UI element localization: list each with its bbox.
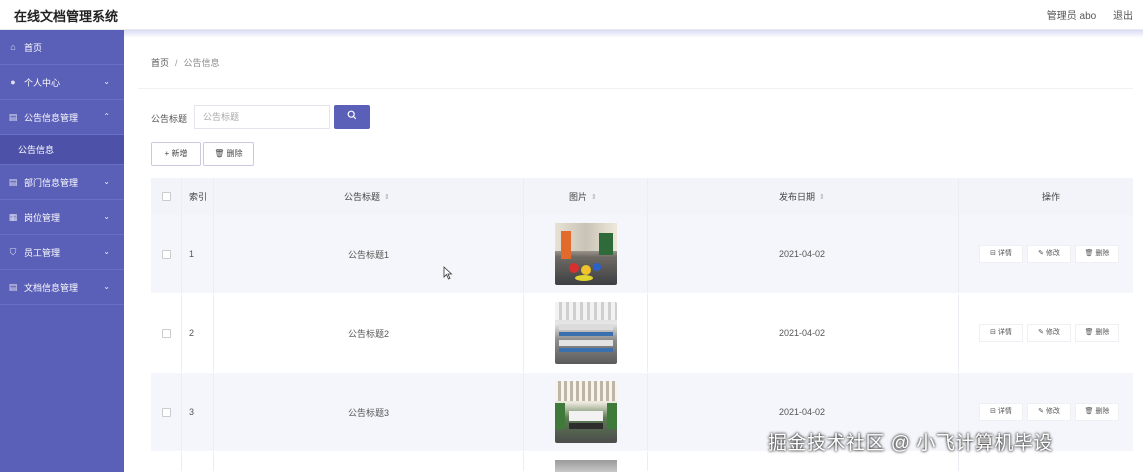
select-all-cell — [162, 178, 171, 215]
row-image[interactable] — [555, 302, 617, 364]
delete-row-button[interactable]: 🗑 删除 — [1075, 245, 1119, 263]
sort-icon: ⇕ — [591, 193, 597, 201]
shield-icon: ⛉ — [9, 247, 17, 257]
chevron-down-icon: ⌄ — [103, 282, 110, 291]
header-title[interactable]: 公告标题 ⇕ — [344, 178, 390, 215]
detail-button[interactable]: ⊟ 详情 — [979, 403, 1023, 421]
watermark: 掘金技术社区 @ 小飞计算机毕设 — [768, 433, 1053, 454]
sort-icon: ⇕ — [384, 193, 390, 201]
search-input[interactable]: 公告标题 — [194, 105, 330, 129]
app-title: 在线文档管理系统 — [14, 9, 119, 24]
top-header: 在线文档管理系统 管理员 abo 退出 — [0, 0, 1143, 30]
chevron-down-icon: ⌄ — [103, 177, 110, 186]
search-label: 公告标题 — [151, 114, 188, 124]
mouse-cursor-icon — [443, 266, 453, 280]
row-title: 公告标题1 — [348, 249, 390, 260]
row-date: 2021-04-02 — [779, 328, 826, 338]
chevron-up-icon: ⌃ — [103, 112, 110, 121]
row-image[interactable] — [555, 460, 617, 472]
header-shadow — [124, 30, 1143, 38]
row-image-cell — [555, 373, 617, 451]
user-name[interactable]: 管理员 abo — [1047, 11, 1096, 22]
sidebar-item-dept-mgmt[interactable]: ▤ 部门信息管理 ⌄ — [0, 165, 124, 200]
search-icon — [347, 110, 357, 120]
add-button[interactable]: + 新增 — [151, 142, 201, 166]
sidebar-item-label: 首页 — [24, 42, 43, 53]
breadcrumb-current: 公告信息 — [183, 58, 220, 68]
sidebar: ⌂ 首页 ● 个人中心 ⌄ ▤ 公告信息管理 ⌃ 公告信息 ▤ 部门信息管理 ⌄… — [0, 30, 124, 472]
delete-row-button[interactable]: 🗑 删除 — [1075, 324, 1119, 342]
sidebar-item-position-mgmt[interactable]: ▦ 岗位管理 ⌄ — [0, 200, 124, 235]
row-index: 2 — [189, 328, 195, 338]
sidebar-item-label: 公告信息管理 — [24, 112, 79, 123]
row-actions: ⊟ 详情 ✎ 修改 🗑 删除 — [979, 215, 1123, 293]
search-button[interactable] — [334, 105, 370, 129]
row-title: 公告标题3 — [348, 407, 390, 418]
sidebar-item-home[interactable]: ⌂ 首页 — [0, 30, 124, 65]
row-actions: ⊟ 详情 ✎ 修改 🗑 删除 — [979, 294, 1123, 372]
home-icon: ⌂ — [10, 42, 16, 52]
row-image-cell — [555, 215, 617, 293]
header-image-label: 图片 — [569, 192, 588, 202]
row-checkbox[interactable] — [162, 407, 171, 417]
row-image[interactable] — [555, 223, 617, 285]
breadcrumb-separator: / — [175, 58, 178, 68]
user-icon: ● — [10, 77, 16, 87]
sidebar-item-staff-mgmt[interactable]: ⛉ 员工管理 ⌄ — [0, 235, 124, 270]
detail-button[interactable]: ⊟ 详情 — [979, 245, 1023, 263]
sidebar-item-doc-mgmt[interactable]: ▤ 文档信息管理 ⌄ — [0, 270, 124, 305]
header-title-label: 公告标题 — [344, 192, 381, 202]
list-icon: ▤ — [8, 112, 18, 122]
delete-row-button[interactable]: 🗑 删除 — [1075, 403, 1119, 421]
chevron-down-icon: ⌄ — [103, 212, 110, 221]
chevron-down-icon: ⌄ — [103, 77, 110, 86]
sidebar-item-label: 文档信息管理 — [24, 282, 79, 293]
table-row-partial — [151, 452, 1133, 472]
sidebar-item-label: 个人中心 — [24, 77, 61, 88]
row-image[interactable] — [555, 381, 617, 443]
delete-button[interactable]: 🗑 删除 — [203, 142, 254, 166]
sidebar-subitem-notice[interactable]: 公告信息 — [0, 135, 124, 165]
logout-link[interactable]: 退出 — [1113, 11, 1133, 22]
row-title: 公告标题2 — [348, 328, 390, 339]
header-image[interactable]: 图片 ⇕ — [569, 178, 597, 215]
header-index: 索引 — [189, 192, 208, 202]
sidebar-item-notice-mgmt[interactable]: ▤ 公告信息管理 ⌃ — [0, 100, 124, 135]
header-action: 操作 — [1042, 192, 1061, 202]
breadcrumb: 首页 / 公告信息 — [151, 56, 220, 69]
sidebar-item-label: 部门信息管理 — [24, 177, 79, 188]
sidebar-item-profile[interactable]: ● 个人中心 ⌄ — [0, 65, 124, 100]
table-row: 1 公告标题1 2021-04-02 ⊟ 详情 ✎ 修改 🗑 删除 — [151, 215, 1133, 294]
list-icon: ▤ — [8, 282, 18, 292]
row-index: 3 — [189, 407, 195, 417]
edit-button[interactable]: ✎ 修改 — [1027, 245, 1071, 263]
row-checkbox[interactable] — [162, 328, 171, 338]
header-date[interactable]: 发布日期 ⇕ — [779, 178, 825, 215]
sidebar-item-label: 员工管理 — [24, 247, 61, 258]
table-header: 索引 公告标题 ⇕ 图片 ⇕ 发布日期 ⇕ 操作 — [151, 178, 1133, 215]
row-image-cell — [555, 294, 617, 372]
breadcrumb-home[interactable]: 首页 — [151, 58, 169, 68]
divider — [138, 88, 1133, 89]
table-row: 2 公告标题2 2021-04-02 ⊟ 详情 ✎ 修改 🗑 删除 — [151, 294, 1133, 373]
grid-icon: ▦ — [8, 212, 18, 222]
row-checkbox[interactable] — [162, 249, 171, 259]
chevron-down-icon: ⌄ — [103, 247, 110, 256]
row-date: 2021-04-02 — [779, 249, 826, 259]
select-all-checkbox[interactable] — [162, 192, 171, 201]
sidebar-item-label: 岗位管理 — [24, 212, 61, 223]
edit-button[interactable]: ✎ 修改 — [1027, 403, 1071, 421]
detail-button[interactable]: ⊟ 详情 — [979, 324, 1023, 342]
sort-icon: ⇕ — [819, 193, 825, 201]
edit-button[interactable]: ✎ 修改 — [1027, 324, 1071, 342]
list-icon: ▤ — [8, 177, 18, 187]
user-area: 管理员 abo 退出 — [1033, 7, 1133, 22]
header-date-label: 发布日期 — [779, 192, 816, 202]
row-index: 1 — [189, 249, 195, 259]
